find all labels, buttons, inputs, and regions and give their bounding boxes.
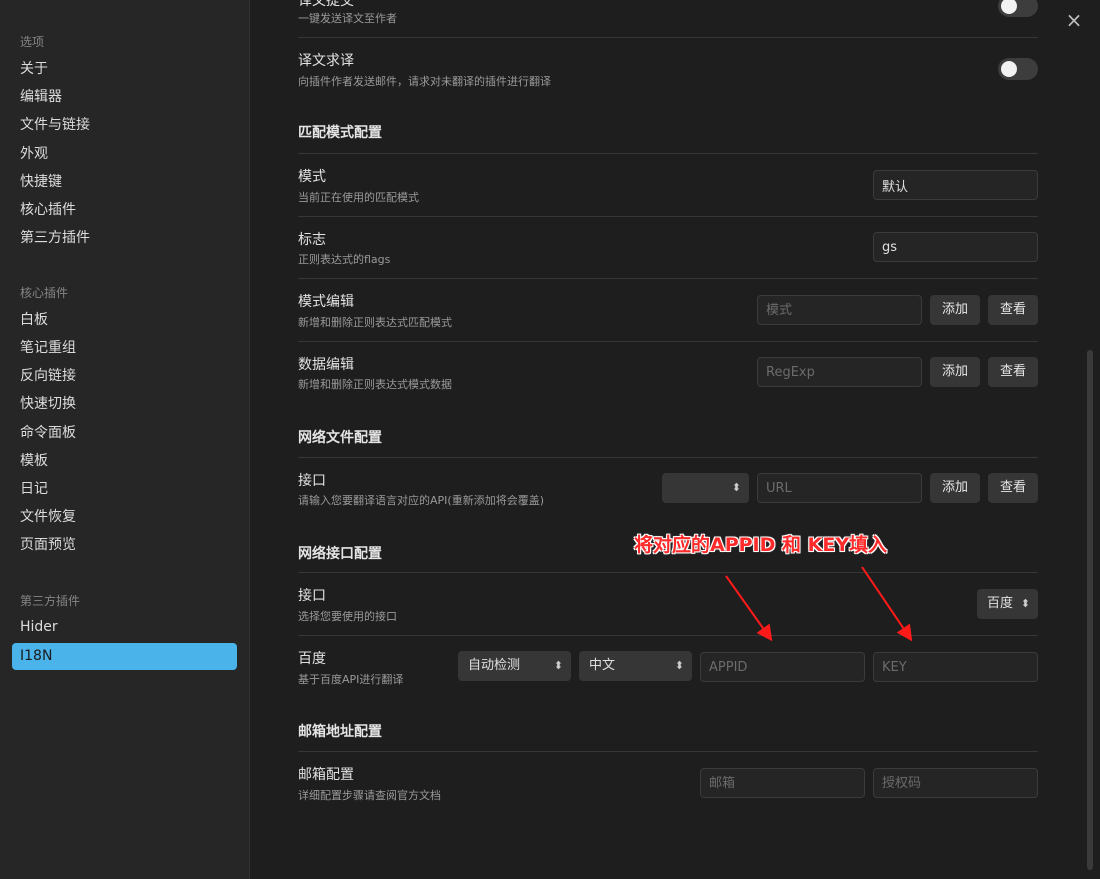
data-edit-input[interactable]	[757, 357, 922, 387]
mode-edit-add-button[interactable]: 添加	[930, 295, 980, 325]
toggle-knob	[1001, 0, 1017, 14]
sidebar-item-quick-switcher[interactable]: 快速切换	[12, 391, 237, 418]
divider	[298, 751, 1038, 752]
sidebar-item-templates[interactable]: 模板	[12, 448, 237, 475]
scrollbar[interactable]	[1087, 350, 1093, 870]
baidu-to-language-select[interactable]: 中文 ⬍	[579, 651, 692, 681]
flags-title: 标志	[298, 232, 326, 248]
divider	[298, 635, 1038, 636]
mode-input[interactable]	[873, 170, 1038, 200]
annotation-label: 将对应的APPID 和 KEY填入	[634, 534, 888, 556]
sidebar-group-options: 选项	[20, 35, 45, 49]
sidebar-item-hider[interactable]: Hider	[12, 614, 237, 641]
data-edit-title: 数据编辑	[298, 357, 354, 373]
request-translation-desc: 向插件作者发送邮件，请求对未翻译的插件进行翻译	[298, 75, 551, 88]
divider	[298, 341, 1038, 342]
data-edit-view-button[interactable]: 查看	[988, 357, 1038, 387]
submit-translation-desc: 一键发送译文至作者	[298, 12, 397, 25]
api-select[interactable]: 百度 ⬍	[977, 589, 1038, 619]
baidu-desc: 基于百度API进行翻译	[298, 673, 404, 686]
sidebar-item-appearance[interactable]: 外观	[12, 141, 237, 168]
net-file-language-select[interactable]: ⬍	[662, 473, 749, 503]
data-edit-desc: 新增和删除正则表达式模式数据	[298, 378, 452, 391]
settings-sidebar: 选项 关于 编辑器 文件与链接 外观 快捷键 核心插件 第三方插件 核心插件 白…	[0, 0, 250, 879]
chevron-updown-icon: ⬍	[731, 481, 741, 494]
net-file-add-button[interactable]: 添加	[930, 473, 980, 503]
flags-desc: 正则表达式的flags	[298, 253, 391, 266]
sidebar-item-canvas[interactable]: 白板	[12, 307, 237, 334]
email-address-input[interactable]	[700, 768, 865, 798]
mode-title: 模式	[298, 169, 326, 185]
chevron-updown-icon: ⬍	[553, 659, 563, 672]
baidu-from-language-select[interactable]: 自动检测 ⬍	[458, 651, 571, 681]
net-file-view-button[interactable]: 查看	[988, 473, 1038, 503]
sidebar-group-third-party: 第三方插件	[20, 594, 81, 608]
section-title-match: 匹配模式配置	[298, 125, 382, 141]
mode-edit-title: 模式编辑	[298, 294, 354, 310]
mode-edit-desc: 新增和删除正则表达式匹配模式	[298, 316, 452, 329]
sidebar-item-daily-notes[interactable]: 日记	[12, 476, 237, 503]
close-icon[interactable]: ×	[1064, 10, 1084, 30]
divider	[298, 153, 1038, 154]
sidebar-item-i18n[interactable]: I18N	[12, 643, 237, 670]
sidebar-item-note-composer[interactable]: 笔记重组	[12, 335, 237, 362]
mode-edit-view-button[interactable]: 查看	[988, 295, 1038, 325]
divider	[298, 37, 1038, 38]
data-edit-add-button[interactable]: 添加	[930, 357, 980, 387]
sidebar-item-community-plugins[interactable]: 第三方插件	[12, 225, 237, 252]
sidebar-item-files-links[interactable]: 文件与链接	[12, 112, 237, 139]
baidu-appid-input[interactable]	[700, 652, 865, 682]
net-file-url-input[interactable]	[757, 473, 922, 503]
divider	[298, 457, 1038, 458]
sidebar-item-command-palette[interactable]: 命令面板	[12, 420, 237, 447]
section-title-net-api: 网络接口配置	[298, 546, 382, 562]
baidu-title: 百度	[298, 651, 326, 667]
email-auth-code-input[interactable]	[873, 768, 1038, 798]
section-title-email: 邮箱地址配置	[298, 724, 382, 740]
divider	[298, 216, 1038, 217]
divider	[298, 572, 1038, 573]
divider	[298, 278, 1038, 279]
request-translation-title: 译文求译	[298, 53, 354, 69]
sidebar-item-about[interactable]: 关于	[12, 56, 237, 83]
baidu-key-input[interactable]	[873, 652, 1038, 682]
sidebar-item-core-plugins[interactable]: 核心插件	[12, 197, 237, 224]
email-desc: 详细配置步骤请查阅官方文档	[298, 789, 441, 802]
flags-input[interactable]	[873, 232, 1038, 262]
request-translation-toggle[interactable]	[998, 58, 1038, 80]
sidebar-group-core: 核心插件	[20, 286, 69, 300]
net-file-desc: 请输入您要翻译语言对应的API(重新添加将会覆盖)	[298, 494, 544, 507]
chevron-updown-icon: ⬍	[674, 659, 684, 672]
api-desc: 选择您要使用的接口	[298, 610, 397, 623]
sidebar-item-backlinks[interactable]: 反向链接	[12, 363, 237, 390]
baidu-from-language-value: 自动检测	[468, 658, 521, 673]
sidebar-item-page-preview[interactable]: 页面预览	[12, 532, 237, 559]
api-select-value: 百度	[987, 596, 1014, 611]
chevron-updown-icon: ⬍	[1020, 597, 1030, 610]
toggle-knob	[1001, 61, 1017, 77]
api-title: 接口	[298, 588, 326, 604]
sidebar-item-file-recovery[interactable]: 文件恢复	[12, 504, 237, 531]
baidu-to-language-value: 中文	[589, 658, 616, 673]
section-title-net-file: 网络文件配置	[298, 430, 382, 446]
submit-translation-title: 译文提交	[298, 0, 354, 9]
mode-edit-input[interactable]	[757, 295, 922, 325]
email-title: 邮箱配置	[298, 767, 354, 783]
mode-desc: 当前正在使用的匹配模式	[298, 191, 419, 204]
net-file-title: 接口	[298, 473, 326, 489]
submit-translation-toggle[interactable]	[998, 0, 1038, 17]
sidebar-item-editor[interactable]: 编辑器	[12, 84, 237, 111]
sidebar-item-hotkeys[interactable]: 快捷键	[12, 169, 237, 196]
